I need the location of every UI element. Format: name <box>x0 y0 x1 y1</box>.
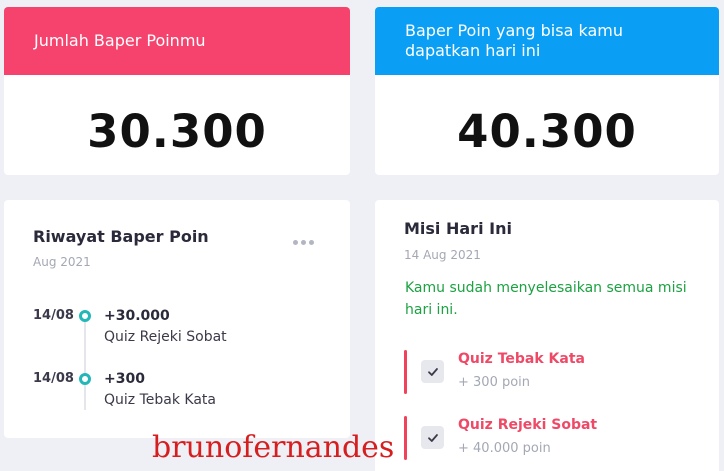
mission-name: Quiz Rejeki Sobat <box>458 417 598 433</box>
mission-title: Misi Hari Ini <box>404 219 512 238</box>
mission-points: + 40.000 poin <box>458 441 551 456</box>
history-row: 14/08 +30.000 Quiz Rejeki Sobat <box>4 308 350 348</box>
history-amount: +300 <box>104 371 145 387</box>
history-date: 14/08 <box>33 308 74 323</box>
check-icon[interactable] <box>421 360 444 383</box>
timeline-dot-icon <box>79 373 91 385</box>
history-period: Aug 2021 <box>33 255 91 269</box>
mission-name: Quiz Tebak Kata <box>458 351 585 367</box>
mission-accent-bar <box>404 350 407 394</box>
available-points-value: 40.300 <box>457 105 637 158</box>
mission-accent-bar <box>404 416 407 460</box>
mission-date: 14 Aug 2021 <box>404 248 481 262</box>
history-amount: +30.000 <box>104 308 170 324</box>
watermark-text: brunofernandes <box>152 430 395 465</box>
history-description: Quiz Tebak Kata <box>104 392 216 408</box>
total-points-header: Jumlah Baper Poinmu <box>4 7 350 75</box>
history-date: 14/08 <box>33 371 74 386</box>
history-description: Quiz Rejeki Sobat <box>104 329 227 345</box>
available-points-header: Baper Poin yang bisa kamu dapatkan hari … <box>375 7 719 75</box>
mission-item: Quiz Tebak Kata + 300 poin <box>404 350 704 394</box>
mission-points: + 300 poin <box>458 375 531 390</box>
daily-mission-card: Misi Hari Ini 14 Aug 2021 Kamu sudah men… <box>375 200 719 471</box>
more-horizontal-icon[interactable] <box>293 240 314 245</box>
history-row: 14/08 +300 Quiz Tebak Kata <box>4 371 350 411</box>
check-icon[interactable] <box>421 426 444 449</box>
total-points-card: Jumlah Baper Poinmu 30.300 <box>4 7 350 175</box>
mission-item: Quiz Rejeki Sobat + 40.000 poin <box>404 416 704 460</box>
timeline-dot-icon <box>79 310 91 322</box>
total-points-value: 30.300 <box>87 105 267 158</box>
available-points-title: Baper Poin yang bisa kamu dapatkan hari … <box>405 21 623 60</box>
total-points-title: Jumlah Baper Poinmu <box>34 31 206 50</box>
history-title: Riwayat Baper Poin <box>33 227 209 246</box>
available-points-card: Baper Poin yang bisa kamu dapatkan hari … <box>375 7 719 175</box>
mission-completed-message: Kamu sudah menyelesaikan semua misi hari… <box>405 280 687 318</box>
points-history-card: Riwayat Baper Poin Aug 2021 14/08 +30.00… <box>4 200 350 438</box>
